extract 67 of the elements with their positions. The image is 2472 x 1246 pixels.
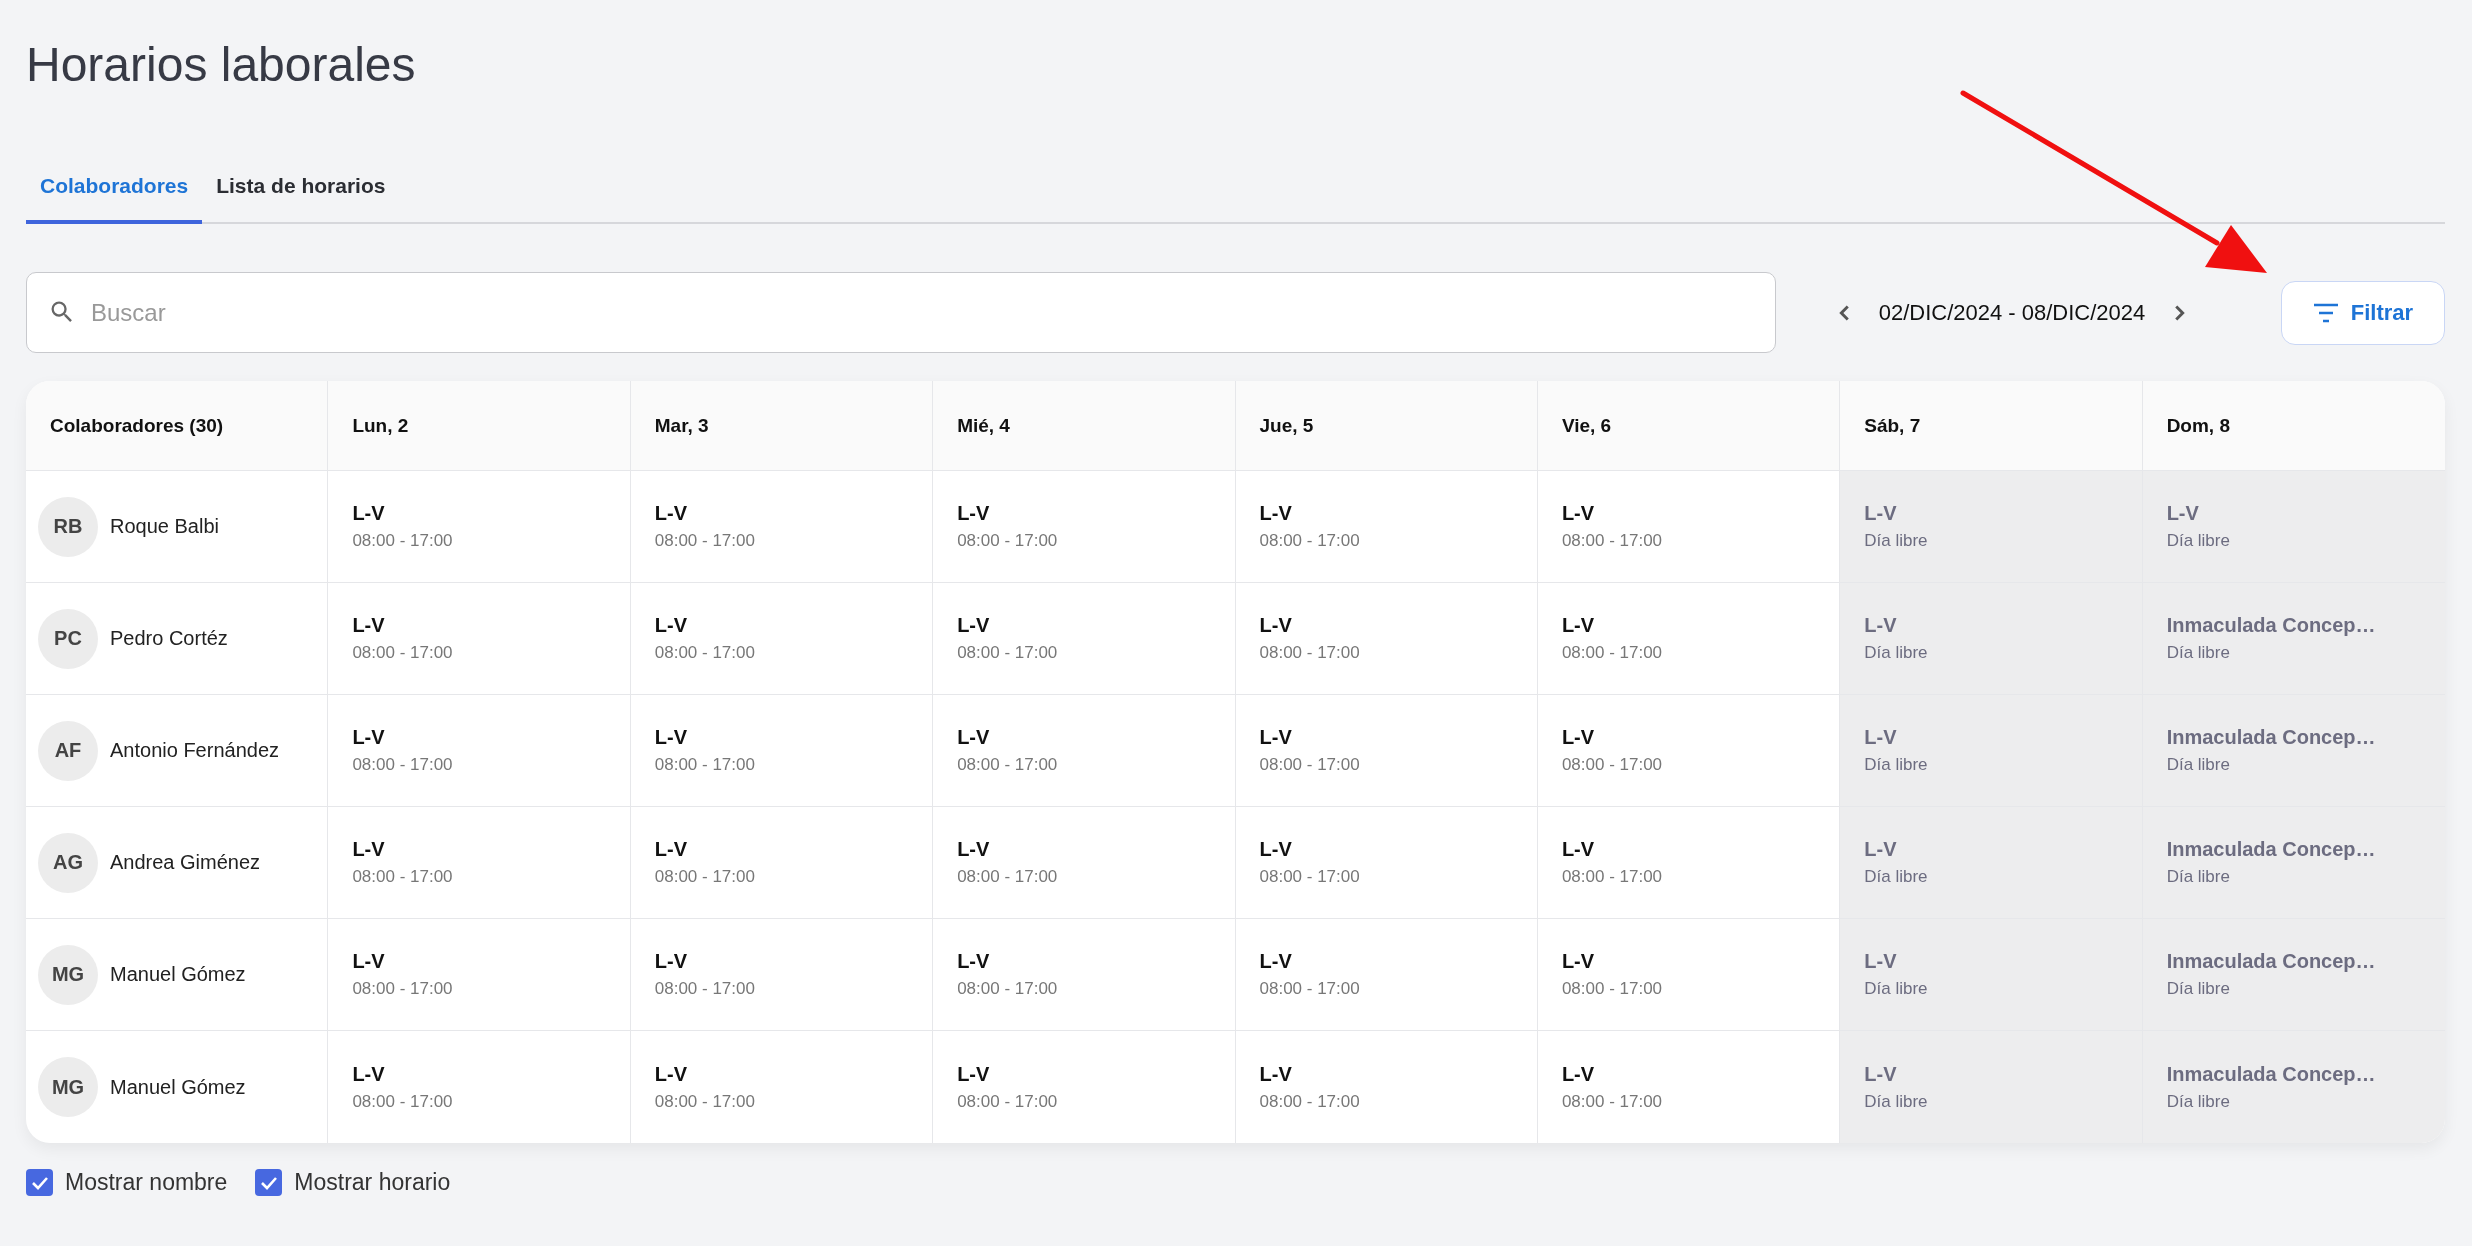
column-header: Sáb, 7 (1840, 381, 2143, 471)
schedule-cell[interactable]: L-V 08:00 - 17:00 (933, 583, 1236, 695)
schedule-cell[interactable]: Inmaculada Concep… Día libre (2142, 919, 2445, 1031)
schedule-cell[interactable]: L-V 08:00 - 17:00 (328, 471, 631, 583)
checkbox[interactable] (255, 1169, 283, 1196)
schedule-cell[interactable]: L-V 08:00 - 17:00 (1235, 471, 1538, 583)
avatar: MG (38, 944, 98, 1005)
employee-name: Roque Balbi (110, 515, 219, 538)
schedule-cell[interactable]: L-V 08:00 - 17:00 (933, 919, 1236, 1031)
schedule-cell[interactable]: L-V 08:00 - 17:00 (933, 1031, 1236, 1143)
column-header: Vie, 6 (1537, 381, 1841, 471)
schedule-cell[interactable]: Inmaculada Concep… Día libre (2142, 1031, 2445, 1143)
schedule-cell[interactable]: Inmaculada Concep… Día libre (2142, 583, 2445, 695)
column-header: Colaboradores (30) (26, 381, 329, 471)
schedule-cell[interactable]: L-V 08:00 - 17:00 (328, 807, 631, 919)
avatar: MG (38, 1057, 98, 1117)
checkbox-label: Mostrar horario (294, 1169, 451, 1196)
filter-icon (2312, 302, 2339, 323)
schedule-cell[interactable]: Inmaculada Concep… Día libre (2142, 695, 2445, 807)
schedule-cell[interactable]: L-V 08:00 - 17:00 (630, 1031, 934, 1143)
schedule-cell[interactable]: L-V 08:00 - 17:00 (328, 919, 631, 1031)
schedule-cell[interactable]: L-V 08:00 - 17:00 (933, 695, 1236, 807)
column-header: Jue, 5 (1235, 381, 1538, 471)
avatar: AG (38, 832, 98, 893)
column-header: Dom, 8 (2142, 381, 2445, 471)
schedule-cell[interactable]: Inmaculada Concep… Día libre (2142, 807, 2445, 919)
schedule-cell[interactable]: L-V Día libre (1840, 1031, 2143, 1143)
schedule-cell[interactable]: L-V 08:00 - 17:00 (630, 807, 934, 919)
employee-name: Andrea Giménez (110, 851, 261, 874)
employee-name: Pedro Cortéz (110, 627, 228, 650)
employee-name: Antonio Fernández (110, 739, 279, 762)
schedule-cell[interactable]: L-V 08:00 - 17:00 (1235, 807, 1538, 919)
schedule-cell[interactable]: L-V Día libre (2142, 471, 2445, 583)
tab[interactable]: Lista de horarios (202, 174, 400, 224)
schedule-cell[interactable]: L-V Día libre (1840, 807, 2143, 919)
schedule-cell[interactable]: L-V Día libre (1840, 919, 2143, 1031)
avatar: AF (38, 720, 98, 781)
checkbox[interactable] (26, 1169, 53, 1196)
schedule-cell[interactable]: L-V 08:00 - 17:00 (630, 583, 934, 695)
employee-name: Manuel Gómez (110, 1075, 246, 1099)
schedule-cell[interactable]: L-V 08:00 - 17:00 (328, 1031, 631, 1143)
schedule-cell[interactable]: L-V Día libre (1840, 583, 2143, 695)
tab[interactable]: Colaboradores (26, 174, 203, 224)
schedule-cell[interactable]: L-V Día libre (1840, 471, 2143, 583)
avatar: RB (38, 496, 98, 557)
schedule-cell[interactable]: L-V 08:00 - 17:00 (1235, 1031, 1538, 1143)
column-header: Lun, 2 (328, 381, 631, 471)
schedule-cell[interactable]: L-V 08:00 - 17:00 (630, 695, 934, 807)
page-title: Horarios laborales (26, 37, 417, 93)
column-header: Mar, 3 (630, 381, 934, 471)
schedule-cell[interactable]: L-V 08:00 - 17:00 (630, 919, 934, 1031)
employee-name: Manuel Gómez (110, 963, 246, 986)
schedule-cell[interactable]: L-V 08:00 - 17:00 (1235, 583, 1538, 695)
schedule-cell[interactable]: L-V 08:00 - 17:00 (1235, 919, 1538, 1031)
schedule-cell[interactable]: L-V 08:00 - 17:00 (933, 807, 1236, 919)
schedule-cell[interactable]: L-V 08:00 - 17:00 (630, 471, 934, 583)
column-header: Mié, 4 (933, 381, 1236, 471)
filter-button[interactable]: Filtrar (2281, 280, 2445, 345)
schedule-cell[interactable]: L-V 08:00 - 17:00 (328, 583, 631, 695)
search-field[interactable]: Buscar (26, 272, 1776, 353)
schedule-cell[interactable]: L-V 08:00 - 17:00 (1235, 695, 1538, 807)
date-range: 02/DIC/2024 - 08/DIC/2024 (1877, 299, 2147, 326)
avatar: PC (38, 608, 98, 669)
schedule-cell[interactable]: L-V 08:00 - 17:00 (328, 695, 631, 807)
checkbox-label: Mostrar nombre (65, 1169, 228, 1196)
schedule-cell[interactable]: L-V Día libre (1840, 695, 2143, 807)
schedule-cell[interactable]: L-V 08:00 - 17:00 (933, 471, 1236, 583)
